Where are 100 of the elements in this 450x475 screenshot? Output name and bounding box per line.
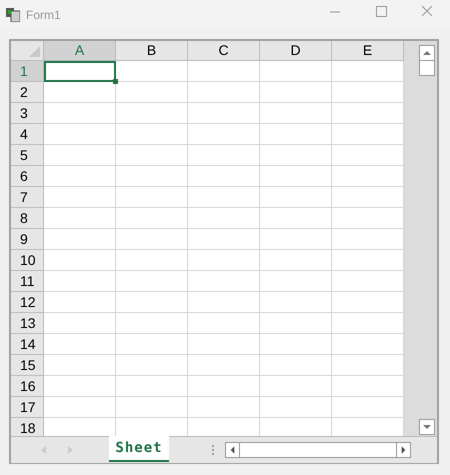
grid-cell[interactable] <box>332 334 404 355</box>
grid-cell[interactable] <box>116 187 188 208</box>
row-header[interactable]: 8 <box>11 208 44 229</box>
sheet-tab[interactable]: Sheet <box>109 436 169 462</box>
grid-cell[interactable] <box>332 376 404 397</box>
grid-cell[interactable] <box>116 376 188 397</box>
grid-cell[interactable] <box>332 166 404 187</box>
grid-cell[interactable] <box>44 187 116 208</box>
row-header[interactable]: 1 <box>11 61 44 82</box>
select-all-corner[interactable] <box>11 41 44 61</box>
grid-cell[interactable] <box>44 376 116 397</box>
grid-cell[interactable] <box>260 334 332 355</box>
active-cell[interactable] <box>44 61 116 82</box>
grid-cell[interactable] <box>188 103 260 124</box>
row-header[interactable]: 2 <box>11 82 44 103</box>
grid-cell[interactable] <box>44 250 116 271</box>
row-header[interactable]: 11 <box>11 271 44 292</box>
grid-cell[interactable] <box>332 61 404 82</box>
grid-cell[interactable] <box>44 334 116 355</box>
column-header[interactable]: D <box>260 41 332 61</box>
grid-cell[interactable] <box>188 187 260 208</box>
row-header[interactable]: 14 <box>11 334 44 355</box>
grid-cell[interactable] <box>260 250 332 271</box>
row-header[interactable]: 10 <box>11 250 44 271</box>
grid-cell[interactable] <box>332 355 404 376</box>
grid-cell[interactable] <box>188 355 260 376</box>
grid-cell[interactable] <box>260 355 332 376</box>
grid-cell[interactable] <box>116 208 188 229</box>
grid-cell[interactable] <box>116 166 188 187</box>
grid-cell[interactable] <box>260 292 332 313</box>
grid-cell[interactable] <box>260 418 332 436</box>
grid-cell[interactable] <box>332 418 404 436</box>
grid-cell[interactable] <box>44 166 116 187</box>
grid-cell[interactable] <box>116 229 188 250</box>
grid-cell[interactable] <box>260 145 332 166</box>
grid-cell[interactable] <box>188 313 260 334</box>
row-header[interactable]: 5 <box>11 145 44 166</box>
grid-cell[interactable] <box>116 145 188 166</box>
grid-cell[interactable] <box>44 208 116 229</box>
grid-cell[interactable] <box>332 103 404 124</box>
grid-cell[interactable] <box>332 82 404 103</box>
grid-cell[interactable] <box>260 313 332 334</box>
scroll-down-button[interactable] <box>419 419 435 435</box>
row-header[interactable]: 16 <box>11 376 44 397</box>
grid-cell[interactable] <box>116 82 188 103</box>
grid-cell[interactable] <box>44 82 116 103</box>
fill-handle[interactable] <box>113 79 118 84</box>
grid-cell[interactable] <box>188 61 260 82</box>
grid-cell[interactable] <box>332 145 404 166</box>
grid-cell[interactable] <box>44 418 116 436</box>
row-header[interactable]: 7 <box>11 187 44 208</box>
grid-cell[interactable] <box>332 208 404 229</box>
grid-cell[interactable] <box>332 292 404 313</box>
grid-cell[interactable] <box>260 187 332 208</box>
row-header[interactable]: 17 <box>11 397 44 418</box>
grid-cell[interactable] <box>116 334 188 355</box>
grid-cell[interactable] <box>116 124 188 145</box>
grid-cell[interactable] <box>332 187 404 208</box>
grid-cell[interactable] <box>116 418 188 436</box>
scroll-up-button[interactable] <box>419 45 435 61</box>
grid-cell[interactable] <box>332 397 404 418</box>
grid-cell[interactable] <box>116 292 188 313</box>
grid-cell[interactable] <box>116 250 188 271</box>
grid-cell[interactable] <box>188 82 260 103</box>
grid-cell[interactable] <box>260 271 332 292</box>
grid-cell[interactable] <box>116 355 188 376</box>
grid-cell[interactable] <box>44 103 116 124</box>
horizontal-scrollbar[interactable] <box>225 442 411 458</box>
grid-cell[interactable] <box>44 229 116 250</box>
grid-cell[interactable] <box>116 103 188 124</box>
grid-cell[interactable] <box>44 313 116 334</box>
grid-cell[interactable] <box>332 250 404 271</box>
scroll-thumb[interactable] <box>419 60 435 76</box>
grid-cell[interactable] <box>260 124 332 145</box>
column-header[interactable]: C <box>188 41 260 61</box>
row-header[interactable]: 3 <box>11 103 44 124</box>
grid-cell[interactable] <box>44 355 116 376</box>
column-header[interactable]: E <box>332 41 404 61</box>
grid-cell[interactable] <box>44 292 116 313</box>
grid-cell[interactable] <box>188 418 260 436</box>
row-header[interactable]: 15 <box>11 355 44 376</box>
row-header[interactable]: 9 <box>11 229 44 250</box>
grid-cell[interactable] <box>188 376 260 397</box>
grid-cell[interactable] <box>44 271 116 292</box>
row-header[interactable]: 12 <box>11 292 44 313</box>
grid-cell[interactable] <box>188 208 260 229</box>
column-header[interactable]: B <box>116 41 188 61</box>
grid-cell[interactable] <box>260 208 332 229</box>
grid-cell[interactable] <box>44 145 116 166</box>
grid-cell[interactable] <box>260 229 332 250</box>
grid-cell[interactable] <box>260 376 332 397</box>
grid-cell[interactable] <box>332 313 404 334</box>
grid-cell[interactable] <box>332 271 404 292</box>
column-header[interactable]: A <box>44 41 116 61</box>
grid-cell[interactable] <box>44 397 116 418</box>
grid-cell[interactable] <box>188 166 260 187</box>
row-header[interactable]: 13 <box>11 313 44 334</box>
grid-cell[interactable] <box>44 124 116 145</box>
grid-cell[interactable] <box>188 271 260 292</box>
row-header[interactable]: 18 <box>11 418 44 436</box>
